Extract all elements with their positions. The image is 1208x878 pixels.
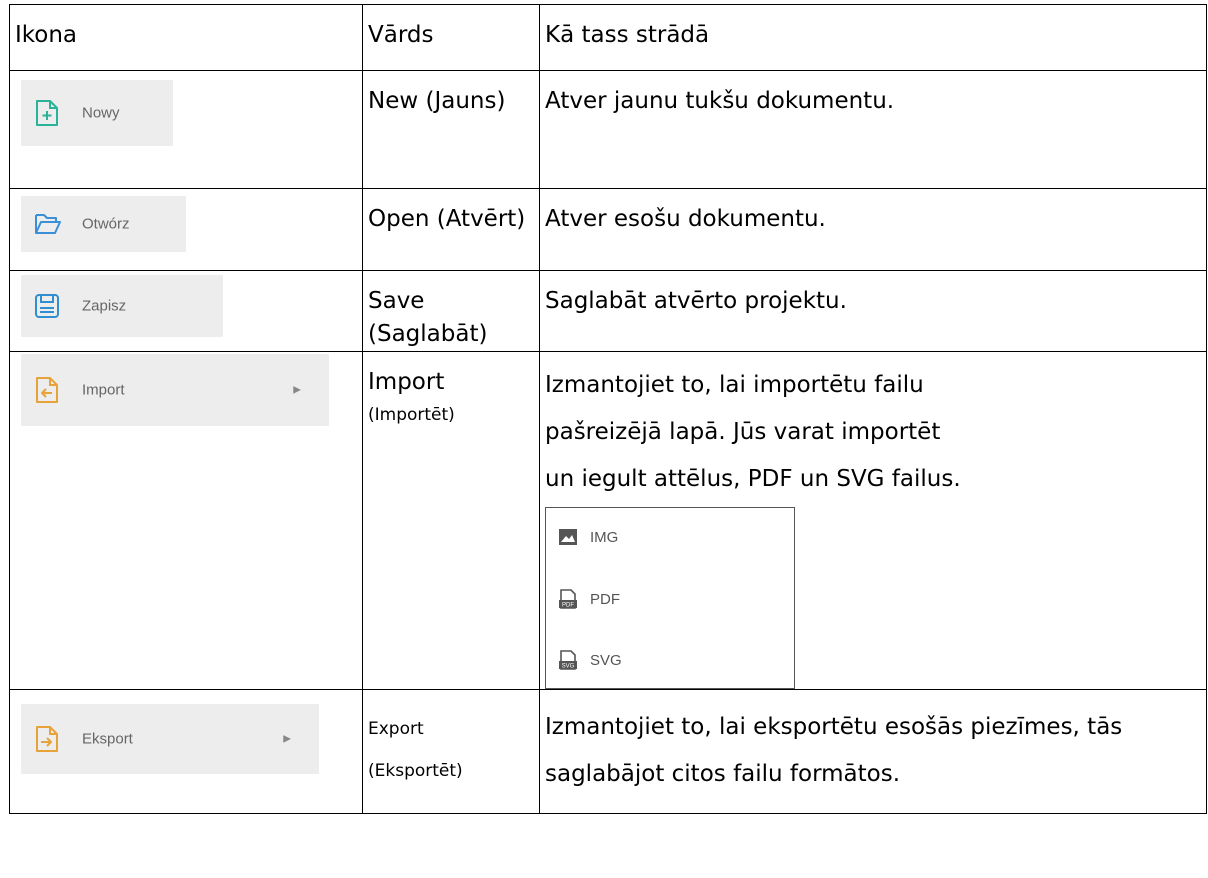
import-button[interactable]: Import ▶	[21, 354, 329, 426]
export-button[interactable]: Eksport ▶	[21, 704, 319, 774]
tools-table: Ikona Vārds Kā tass strādā Nowy New (Jau…	[9, 4, 1207, 814]
submenu-label-img: IMG	[590, 528, 619, 546]
desc-export: Izmantojiet to, lai eksportētu esošās pi…	[545, 714, 1123, 787]
submenu-item-pdf[interactable]: PDF PDF	[558, 587, 620, 611]
save-disk-icon	[35, 294, 59, 318]
name-new: New (Jauns)	[368, 88, 506, 114]
import-button-label: Import	[82, 381, 125, 399]
name-export: Export (Eksportēt)	[368, 719, 463, 781]
submenu-item-svg[interactable]: SVG SVG	[558, 648, 622, 672]
desc-open: Atver esošu dokumentu.	[545, 206, 826, 232]
submenu-item-img[interactable]: IMG	[558, 525, 618, 549]
submenu-arrow-icon: ▶	[293, 384, 301, 396]
new-button[interactable]: Nowy	[21, 80, 173, 146]
new-document-icon	[36, 100, 58, 126]
table-row-new: Nowy New (Jauns) Atver jaunu tukšu dokum…	[9, 70, 1207, 189]
table-row-import: Import ▶ Import (Importēt) Izmantojiet t…	[9, 351, 1207, 690]
header-icon-column: Ikona	[15, 22, 78, 48]
desc-new: Atver jaunu tukšu dokumentu.	[545, 88, 895, 114]
save-button-label: Zapisz	[82, 297, 127, 315]
pdf-file-icon: PDF	[559, 589, 577, 609]
open-button-label: Otwórz	[82, 215, 130, 233]
table-row-open: Otwórz Open (Atvērt) Atver esošu dokumen…	[9, 188, 1207, 271]
submenu-label-svg: SVG	[590, 651, 622, 669]
submenu-arrow-icon: ▶	[283, 733, 291, 745]
desc-import: Izmantojiet to, lai importētu failu pašr…	[545, 372, 961, 492]
name-import-sub: (Importēt)	[368, 405, 455, 425]
import-file-icon	[36, 377, 58, 403]
name-import: Import	[368, 369, 445, 395]
import-submenu: IMG PDF PDF SVG SVG	[545, 507, 795, 689]
desc-save: Saglabāt atvērto projektu.	[545, 288, 847, 314]
svg-text:SVG: SVG	[562, 664, 575, 670]
table-row-export: Eksport ▶ Export (Eksportēt) Izmantojiet…	[9, 689, 1207, 814]
new-button-label: Nowy	[82, 104, 120, 122]
svg-file-icon: SVG	[559, 650, 577, 670]
image-icon	[559, 529, 577, 545]
save-button[interactable]: Zapisz	[21, 275, 223, 337]
export-file-icon	[36, 726, 58, 752]
table-row-save: Zapisz Save (Saglabāt) Saglabāt atvērto …	[9, 270, 1207, 352]
folder-open-icon	[35, 214, 61, 234]
header-name-column: Vārds	[368, 22, 434, 48]
svg-text:PDF: PDF	[562, 603, 574, 609]
header-row: Ikona Vārds Kā tass strādā	[9, 4, 1207, 71]
name-save: Save (Saglabāt)	[368, 288, 488, 347]
submenu-label-pdf: PDF	[590, 590, 620, 608]
open-button[interactable]: Otwórz	[21, 196, 186, 252]
header-description-column: Kā tass strādā	[545, 22, 710, 48]
name-open: Open (Atvērt)	[368, 206, 526, 232]
export-button-label: Eksport	[82, 730, 133, 748]
